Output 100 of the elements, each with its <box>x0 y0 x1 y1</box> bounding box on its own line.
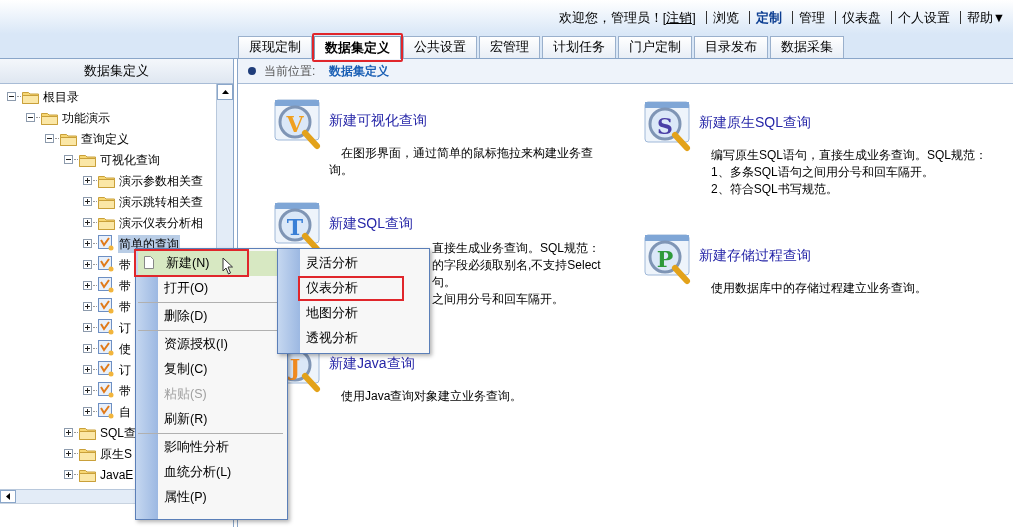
query-icon <box>98 277 115 294</box>
scroll-up-button[interactable] <box>217 84 233 100</box>
logout-link[interactable]: [注销] <box>662 11 696 25</box>
tab[interactable]: 公共设置 <box>403 36 477 58</box>
panel-title: 数据集定义 <box>84 62 149 80</box>
header-link[interactable]: 浏览 <box>712 9 739 28</box>
expand-icon[interactable] <box>83 386 92 395</box>
collapse-icon[interactable] <box>26 113 35 122</box>
tree-item[interactable]: 订 <box>118 318 132 337</box>
collapse-icon[interactable] <box>64 155 73 164</box>
folder-icon <box>22 89 39 104</box>
mouse-pointer-icon <box>222 257 234 275</box>
header-link[interactable]: 个人设置 <box>897 9 950 28</box>
tab[interactable]: 数据采集 <box>770 36 844 58</box>
expand-icon[interactable] <box>64 470 73 479</box>
header-link[interactable]: 帮助▼ <box>966 9 1005 28</box>
folder-icon <box>98 194 115 209</box>
menu-item[interactable]: 透视分析 <box>278 326 429 351</box>
expand-icon[interactable] <box>83 302 92 311</box>
expand-icon[interactable] <box>83 407 92 416</box>
query-icon <box>98 298 115 315</box>
query-icon <box>98 382 115 399</box>
tree-item[interactable]: 自 <box>118 402 132 421</box>
expand-icon[interactable] <box>83 197 92 206</box>
description-text: 句。 <box>432 274 457 291</box>
tree-item[interactable]: JavaE <box>99 465 135 484</box>
menu-item[interactable]: 复制(C) <box>136 357 287 382</box>
menu-item[interactable]: 属性(P) <box>136 485 287 510</box>
page-icon <box>144 256 154 269</box>
card-title-link[interactable]: 新建SQL查询 <box>329 213 413 234</box>
query-icon <box>98 340 115 357</box>
description-text: 使用Java查询对象建立业务查询。 <box>340 388 524 405</box>
menu-item[interactable]: 血统分析(L) <box>136 460 287 485</box>
folder-icon <box>79 446 96 461</box>
folder-icon <box>79 425 96 440</box>
query-icon <box>98 256 115 273</box>
tree-item[interactable]: 演示跳转相关查 <box>118 192 204 211</box>
tree-item[interactable]: 功能演示 <box>61 108 111 127</box>
expand-icon[interactable] <box>64 428 73 437</box>
expand-icon[interactable] <box>83 176 92 185</box>
description-text: 1、多条SQL语句之间用分号和回车隔开。 <box>710 164 935 181</box>
tree-item[interactable]: 根目录 <box>42 87 80 106</box>
tree-item[interactable]: 订 <box>118 360 132 379</box>
folder-icon <box>60 131 77 146</box>
header-link[interactable]: 定制 <box>755 9 782 28</box>
query-icon <box>98 235 115 252</box>
tree-item[interactable]: 使 <box>118 339 132 358</box>
expand-icon[interactable] <box>83 218 92 227</box>
tree-item[interactable]: 演示仪表分析相 <box>118 213 204 232</box>
menu-item[interactable]: 影响性分析 <box>136 435 287 460</box>
folder-icon <box>41 110 58 125</box>
expand-icon[interactable] <box>64 449 73 458</box>
expand-icon[interactable] <box>83 239 92 248</box>
description-text: 使用数据库中的存储过程建立业务查询。 <box>710 280 928 297</box>
card-title-link[interactable]: 新建Java查询 <box>329 353 415 374</box>
card-title-link[interactable]: 新建存储过程查询 <box>699 245 811 266</box>
tab[interactable]: 数据集定义 <box>314 36 401 59</box>
tab[interactable]: 门户定制 <box>618 36 692 58</box>
tree-item[interactable]: 带 <box>118 297 132 316</box>
header-link[interactable]: 管理 <box>798 9 825 28</box>
tree-item[interactable]: 带 <box>118 381 132 400</box>
query-icon <box>98 403 115 420</box>
folder-icon <box>98 215 115 230</box>
expand-icon[interactable] <box>83 323 92 332</box>
welcome-text: 欢迎您，管理员！ <box>558 11 663 25</box>
scroll-left-button[interactable] <box>0 490 16 503</box>
tree-item[interactable]: SQL查 <box>99 423 137 442</box>
header-link[interactable]: 仪表盘 <box>841 9 881 28</box>
tree-item[interactable]: 带 <box>118 255 132 274</box>
left-arrow-icon <box>6 493 10 500</box>
folder-icon <box>79 467 96 482</box>
description-text: 2、符合SQL书写规范。 <box>710 181 839 198</box>
expand-icon[interactable] <box>83 260 92 269</box>
tab[interactable]: 目录发布 <box>694 36 768 58</box>
tree-item[interactable]: 原生S <box>99 444 133 463</box>
query-icon <box>98 361 115 378</box>
bullet-icon <box>248 67 256 75</box>
card-title-link[interactable]: 新建原生SQL查询 <box>699 112 811 133</box>
tab[interactable]: 宏管理 <box>479 36 540 58</box>
description-text: 的字段必须取别名,不支持Select <box>432 257 602 274</box>
tab[interactable]: 展现定制 <box>238 36 312 58</box>
card-title-link[interactable]: 新建可视化查询 <box>329 110 427 131</box>
expand-icon[interactable] <box>83 344 92 353</box>
collapse-icon[interactable] <box>45 134 54 143</box>
folder-icon <box>98 173 115 188</box>
expand-icon[interactable] <box>83 281 92 290</box>
description-text: 在图形界面，通过简单的鼠标拖拉来构建业务查询。 <box>329 145 594 179</box>
menu-item[interactable]: 地图分析 <box>278 301 429 326</box>
menu-item[interactable]: 刷新(R) <box>136 407 287 432</box>
tree-item[interactable]: 演示参数相关查 <box>118 171 204 190</box>
tree-item[interactable]: 带 <box>118 276 132 295</box>
expand-icon[interactable] <box>83 365 92 374</box>
tree-item[interactable]: 可视化查询 <box>99 150 161 169</box>
collapse-icon[interactable] <box>7 92 16 101</box>
breadcrumb-link[interactable]: 数据集定义 <box>329 62 390 80</box>
query-icon <box>98 319 115 336</box>
breadcrumb-label: 当前位置: <box>264 63 316 80</box>
menu-item[interactable]: 仪表分析 <box>278 276 429 301</box>
tree-item[interactable]: 查询定义 <box>80 129 130 148</box>
tab[interactable]: 计划任务 <box>542 36 616 58</box>
